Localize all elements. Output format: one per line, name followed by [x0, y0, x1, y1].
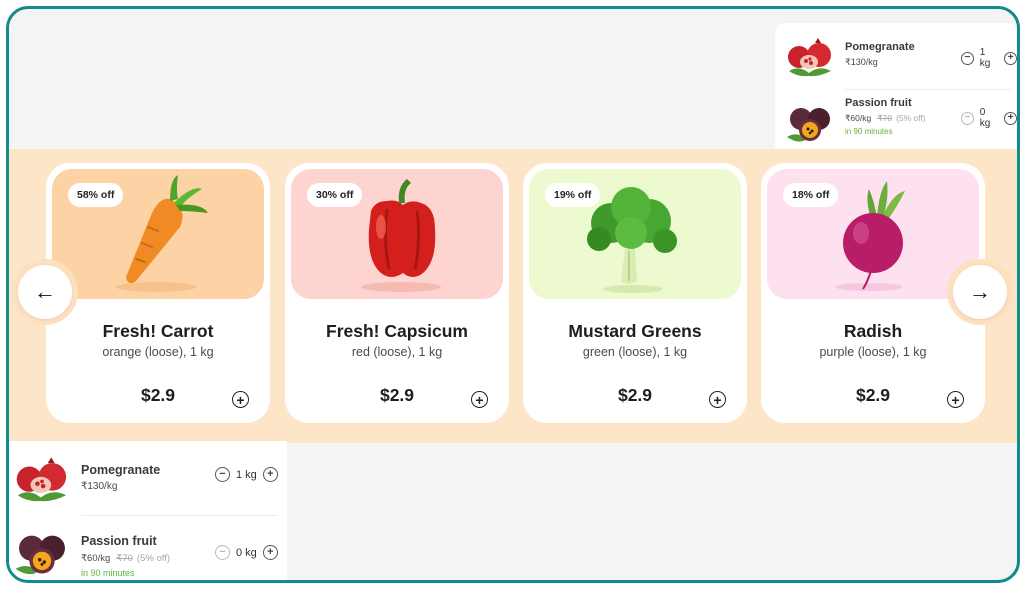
product-title: Fresh! Capsicum — [326, 321, 468, 341]
cart-item-price: ₹60/kg ₹70 (5% off) — [845, 113, 926, 124]
quantity-stepper: − 0 kg + — [961, 107, 1017, 129]
divider — [845, 89, 1011, 90]
quantity-value: 0 kg — [236, 546, 257, 559]
prev-arrow-container: ← — [12, 259, 78, 325]
arrow-left-icon: ← — [34, 279, 56, 304]
discount-text: (5% off) — [896, 113, 926, 123]
passion-fruit-image — [787, 108, 830, 142]
cart-item-pomegranate: Pomegranate ₹130/kg − 1 kg + — [775, 23, 1017, 87]
old-price: ₹70 — [877, 113, 893, 123]
product-subtitle: red (loose), 1 kg — [351, 345, 443, 359]
cart-panel-bottom: Pomegranate ₹130/kg − 1 kg + Passion fru… — [9, 441, 287, 580]
cart-panel-top: Pomegranate ₹130/kg − 1 kg + Passion fru… — [775, 23, 1017, 151]
prev-arrow-button[interactable]: ← — [18, 265, 72, 319]
quantity-stepper: − 0 kg + — [215, 545, 278, 560]
delivery-eta: in 90 minutes — [81, 568, 135, 578]
current-price: ₹60/kg — [81, 553, 111, 564]
cart-item-price: ₹60/kg ₹70 (5% off) — [81, 553, 170, 564]
next-arrow-container: → — [947, 259, 1013, 325]
discount-badge: 58% off — [68, 183, 124, 207]
product-title: Radish — [843, 321, 903, 341]
cart-item-name: Pomegranate — [845, 41, 915, 53]
discount-badge: 30% off — [307, 183, 363, 207]
plus-button[interactable]: + — [1004, 111, 1017, 125]
cart-item-price: ₹130/kg — [81, 481, 118, 492]
product-subtitle: green (loose), 1 kg — [582, 345, 688, 359]
plus-button[interactable]: + — [262, 467, 278, 482]
quantity-value: 1 kg — [236, 468, 257, 481]
product-title: Fresh! Carrot — [102, 321, 214, 341]
arrow-right-icon: → — [969, 279, 991, 304]
quantity-value: 1 kg — [979, 47, 991, 69]
minus-button[interactable]: − — [215, 467, 230, 482]
quantity-value: 0 kg — [979, 107, 991, 129]
discount-badge: 18% off — [783, 183, 839, 207]
product-subtitle: orange (loose), 1 kg — [102, 345, 214, 359]
plus-button[interactable]: + — [262, 545, 278, 560]
delivery-eta: in 90 minutes — [845, 127, 893, 136]
divider — [81, 515, 277, 516]
product-subtitle: purple (loose), 1 kg — [819, 345, 927, 359]
product-card-capsicum[interactable]: 30% off Fresh! Capsicum red (loose), 1 k… — [285, 163, 509, 423]
product-title: Mustard Greens — [568, 321, 702, 341]
product-image-area: 58% off — [52, 169, 264, 299]
cart-item-name: Pomegranate — [81, 463, 161, 477]
add-to-cart-button[interactable]: + — [232, 391, 249, 408]
product-card-carrot[interactable]: 58% off Fresh! Carrot orange (loose), 1 … — [46, 163, 270, 423]
cart-item-name: Passion fruit — [81, 534, 157, 548]
product-image-area: 30% off — [291, 169, 503, 299]
quantity-stepper: − 1 kg + — [961, 47, 1017, 69]
product-image-area: 19% off — [529, 169, 741, 299]
pomegranate-image — [16, 457, 67, 502]
discount-text: (5% off) — [136, 553, 171, 564]
plus-button[interactable]: + — [1004, 51, 1017, 65]
old-price: ₹70 — [116, 553, 133, 564]
add-to-cart-button[interactable]: + — [471, 391, 488, 408]
next-arrow-button[interactable]: → — [953, 265, 1007, 319]
add-to-cart-button[interactable]: + — [709, 391, 726, 408]
product-image-area: 18% off — [767, 169, 979, 299]
minus-button[interactable]: − — [961, 51, 974, 65]
minus-button[interactable]: − — [215, 545, 230, 560]
cart-item-pomegranate: Pomegranate ₹130/kg − 1 kg + — [9, 441, 287, 513]
app-frame: Pomegranate ₹130/kg − 1 kg + Passion fru… — [6, 6, 1020, 583]
minus-button[interactable]: − — [961, 111, 974, 125]
cart-item-price: ₹130/kg — [845, 57, 878, 67]
product-card-mustard-greens[interactable]: 19% off Mustard Greens green (loose), 1 … — [523, 163, 747, 423]
discount-badge: 19% off — [545, 183, 601, 207]
product-carousel: 58% off Fresh! Carrot orange (loose), 1 … — [9, 149, 1017, 443]
passion-fruit-image — [15, 535, 65, 575]
cart-item-passion-fruit: Passion fruit ₹60/kg ₹70 (5% off) in 90 mi… — [9, 521, 287, 580]
current-price: ₹60/kg — [845, 113, 872, 123]
quantity-stepper: − 1 kg + — [215, 467, 278, 482]
cart-item-name: Passion fruit — [845, 97, 912, 109]
pomegranate-image — [788, 38, 831, 77]
cart-item-passion-fruit: Passion fruit ₹60/kg ₹70 (5% off) in 90 mi… — [775, 95, 1017, 151]
add-to-cart-button[interactable]: + — [947, 391, 964, 408]
